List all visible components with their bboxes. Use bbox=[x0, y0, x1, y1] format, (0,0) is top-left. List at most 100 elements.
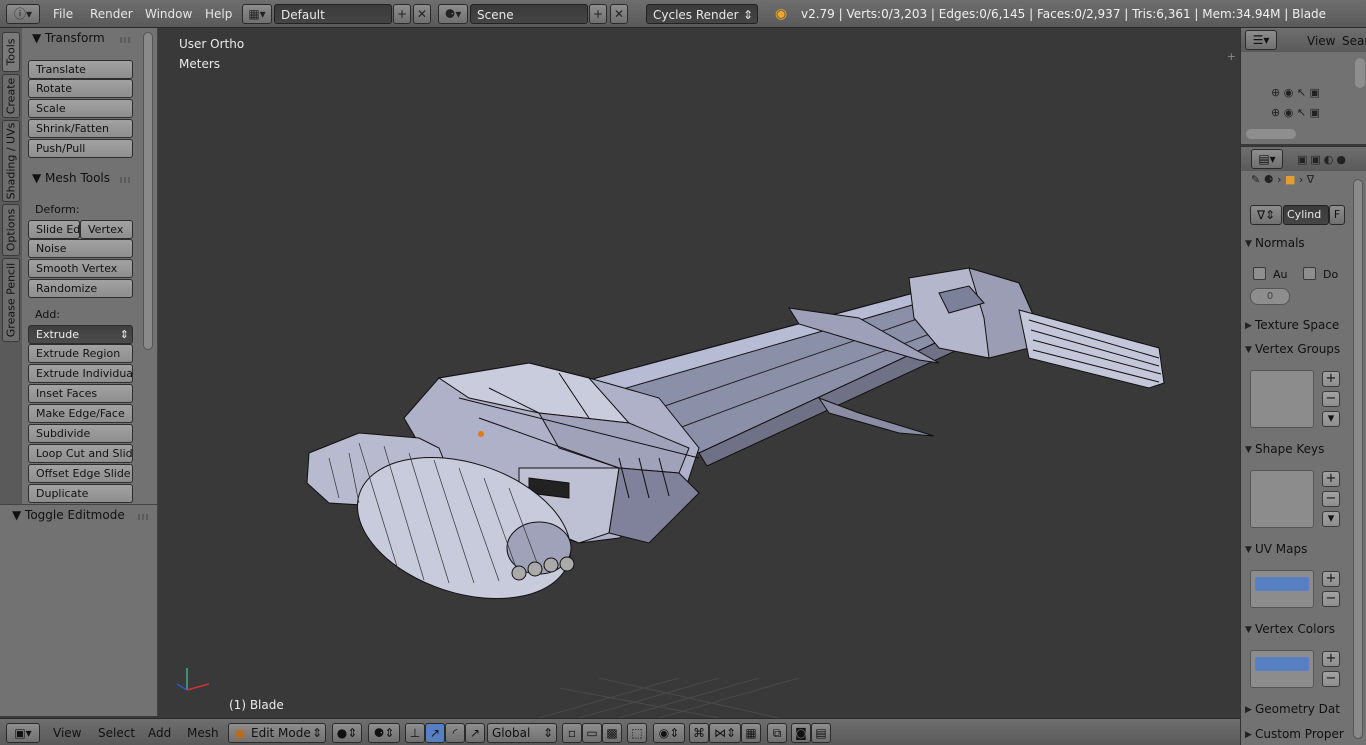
layout-picker[interactable]: ▦▾ bbox=[242, 4, 272, 24]
orientation-select[interactable]: Global ⇕ bbox=[487, 723, 557, 743]
make-edge-face-button[interactable]: Make Edge/Face bbox=[28, 404, 133, 423]
add-scene-button[interactable]: + bbox=[589, 4, 607, 24]
menu-view[interactable]: View bbox=[53, 726, 81, 740]
add-vertex-group-button[interactable]: + bbox=[1322, 371, 1340, 387]
uv-map-item[interactable] bbox=[1255, 577, 1309, 591]
duplicate-button[interactable]: Duplicate bbox=[28, 484, 133, 503]
translate-manipulator[interactable]: ↗ bbox=[425, 723, 445, 743]
render-still-button[interactable]: ◙ bbox=[791, 723, 811, 743]
inset-faces-button[interactable]: Inset Faces bbox=[28, 384, 133, 403]
randomize-button[interactable]: Randomize bbox=[28, 279, 133, 298]
menu-window[interactable]: Window bbox=[145, 4, 192, 24]
tab-tools[interactable]: Tools bbox=[2, 32, 20, 72]
tab-options[interactable]: Options bbox=[2, 204, 20, 256]
outliner-search[interactable]: Searc bbox=[1342, 34, 1366, 48]
vertex-colors-panel-header[interactable]: Vertex Colors bbox=[1255, 622, 1335, 636]
scene-picker[interactable]: ⚈▾ bbox=[438, 4, 468, 24]
remove-shape-key-button[interactable]: − bbox=[1322, 491, 1340, 507]
scale-button[interactable]: Scale bbox=[28, 99, 133, 118]
geometry-data-expand-icon[interactable]: ▶ bbox=[1245, 705, 1252, 715]
layout-field[interactable]: Default bbox=[274, 4, 392, 24]
texture-space-panel-header[interactable]: Texture Space bbox=[1255, 318, 1339, 332]
render-engine-select[interactable]: Cycles Render ⇕ bbox=[646, 4, 758, 24]
toggle-editmode-header[interactable]: ▼ Toggle Editmode bbox=[12, 508, 125, 522]
render-anim-button[interactable]: ▤ bbox=[811, 723, 831, 743]
pin-icon[interactable]: ✎ ⚈ › ■ › ∇ bbox=[1251, 173, 1314, 186]
translate-button[interactable]: Translate bbox=[28, 60, 133, 79]
shape-keys-panel-header[interactable]: Shape Keys bbox=[1255, 442, 1324, 456]
vertex-groups-panel-header[interactable]: Vertex Groups bbox=[1255, 342, 1340, 356]
vertex-colors-list[interactable] bbox=[1250, 650, 1314, 688]
remove-uv-map-button[interactable]: − bbox=[1322, 591, 1340, 607]
editor-type-button[interactable]: ⓘ▾ bbox=[6, 4, 40, 24]
vertex-colors-expand-icon[interactable]: ▼ bbox=[1245, 625, 1252, 635]
tab-shading-uvs[interactable]: Shading / UVs bbox=[2, 120, 20, 202]
normals-expand-icon[interactable]: ▼ bbox=[1245, 239, 1252, 249]
outliner-vscrollbar[interactable] bbox=[1355, 58, 1365, 88]
cursor-icon[interactable]: ↖ bbox=[1297, 86, 1306, 99]
remove-vertex-group-button[interactable]: − bbox=[1322, 391, 1340, 407]
shape-keys-expand-icon[interactable]: ▼ bbox=[1245, 445, 1252, 455]
add-shape-key-button[interactable]: + bbox=[1322, 471, 1340, 487]
tab-grease-pencil[interactable]: Grease Pencil bbox=[2, 258, 20, 342]
shading-select[interactable]: ●⇕ bbox=[332, 723, 362, 743]
uv-maps-list[interactable] bbox=[1250, 570, 1314, 608]
manipulator-toggle[interactable]: ⊥ bbox=[405, 723, 425, 743]
menu-file[interactable]: File bbox=[53, 4, 73, 24]
menu-render[interactable]: Render bbox=[90, 4, 133, 24]
extrude-individual-button[interactable]: Extrude Individual bbox=[28, 364, 133, 383]
double-sided-checkbox[interactable] bbox=[1303, 267, 1316, 280]
offset-edge-slide-button[interactable]: Offset Edge Slide bbox=[28, 464, 133, 483]
mode-select[interactable]: Edit Mode ▣ ⇕ bbox=[228, 723, 326, 743]
menu-select[interactable]: Select bbox=[98, 726, 135, 740]
mesh-datablock-browse[interactable]: ∇⇕ bbox=[1250, 205, 1282, 225]
custom-props-expand-icon[interactable]: ▶ bbox=[1245, 730, 1252, 740]
rotate-button[interactable]: Rotate bbox=[28, 79, 133, 98]
face-select-mode[interactable]: ▩ bbox=[602, 723, 622, 743]
edge-select-mode[interactable]: ▭ bbox=[582, 723, 602, 743]
render-icon[interactable]: ▣ bbox=[1310, 106, 1320, 119]
properties-scrollbar[interactable] bbox=[1353, 179, 1363, 739]
cursor-icon[interactable]: ↖ bbox=[1297, 106, 1306, 119]
push-pull-button[interactable]: Push/Pull bbox=[28, 139, 133, 158]
panel-grip-icon[interactable] bbox=[120, 177, 132, 183]
auto-smooth-checkbox[interactable] bbox=[1253, 267, 1266, 280]
extrude-region-button[interactable]: Extrude Region bbox=[28, 344, 133, 363]
outliner-editor-type[interactable]: ☰▾ bbox=[1245, 30, 1277, 50]
add-vertex-color-button[interactable]: + bbox=[1322, 651, 1340, 667]
snap-element-select[interactable]: ⋈⇕ bbox=[709, 723, 741, 743]
eye-icon[interactable]: ◉ bbox=[1284, 86, 1294, 99]
texture-space-expand-icon[interactable]: ▶ bbox=[1245, 321, 1252, 331]
normals-panel-header[interactable]: Normals bbox=[1255, 236, 1305, 250]
menu-mesh[interactable]: Mesh bbox=[187, 726, 219, 740]
geometry-data-panel-header[interactable]: Geometry Dat bbox=[1255, 702, 1340, 716]
slide-edge-button[interactable]: Slide Ed bbox=[28, 220, 80, 239]
remove-vertex-color-button[interactable]: − bbox=[1322, 671, 1340, 687]
panel-grip-icon[interactable] bbox=[120, 37, 132, 43]
3d-viewport[interactable]: User Ortho Meters + (1) Blade bbox=[159, 28, 1240, 718]
scale-manipulator[interactable]: ↗ bbox=[465, 723, 485, 743]
vertex-groups-list[interactable] bbox=[1250, 370, 1314, 428]
autosmooth-angle-field[interactable]: 0 bbox=[1250, 288, 1290, 305]
copy-button[interactable]: ⧉ bbox=[767, 723, 787, 743]
render-icon[interactable]: ▣ bbox=[1310, 86, 1320, 99]
pivot-select[interactable]: ⚈⇕ bbox=[368, 723, 400, 743]
subdivide-button[interactable]: Subdivide bbox=[28, 424, 133, 443]
toolshelf-scrollbar[interactable] bbox=[143, 32, 153, 350]
occlude-toggle[interactable]: ⬚ bbox=[627, 723, 647, 743]
slide-vertex-button[interactable]: Vertex bbox=[80, 220, 133, 239]
mesh-name-field[interactable]: Cylind bbox=[1283, 205, 1329, 225]
proportional-edit-select[interactable]: ◉⇕ bbox=[653, 723, 685, 743]
tab-create[interactable]: Create bbox=[2, 74, 20, 118]
mesh-tools-panel-header[interactable]: ▼ Mesh Tools bbox=[32, 171, 110, 185]
eye-icon[interactable]: ◉ bbox=[1284, 106, 1294, 119]
snap-toggle[interactable]: ⌘ bbox=[689, 723, 709, 743]
smooth-vertex-button[interactable]: Smooth Vertex bbox=[28, 259, 133, 278]
context-tabs[interactable]: ▣▣◐● bbox=[1297, 153, 1349, 166]
vertex-select-mode[interactable]: ▫ bbox=[562, 723, 582, 743]
noise-button[interactable]: Noise bbox=[28, 239, 133, 258]
remove-layout-button[interactable]: ✕ bbox=[413, 4, 431, 24]
uv-maps-panel-header[interactable]: UV Maps bbox=[1255, 542, 1307, 556]
menu-help[interactable]: Help bbox=[205, 4, 232, 24]
shape-keys-list[interactable] bbox=[1250, 470, 1314, 528]
